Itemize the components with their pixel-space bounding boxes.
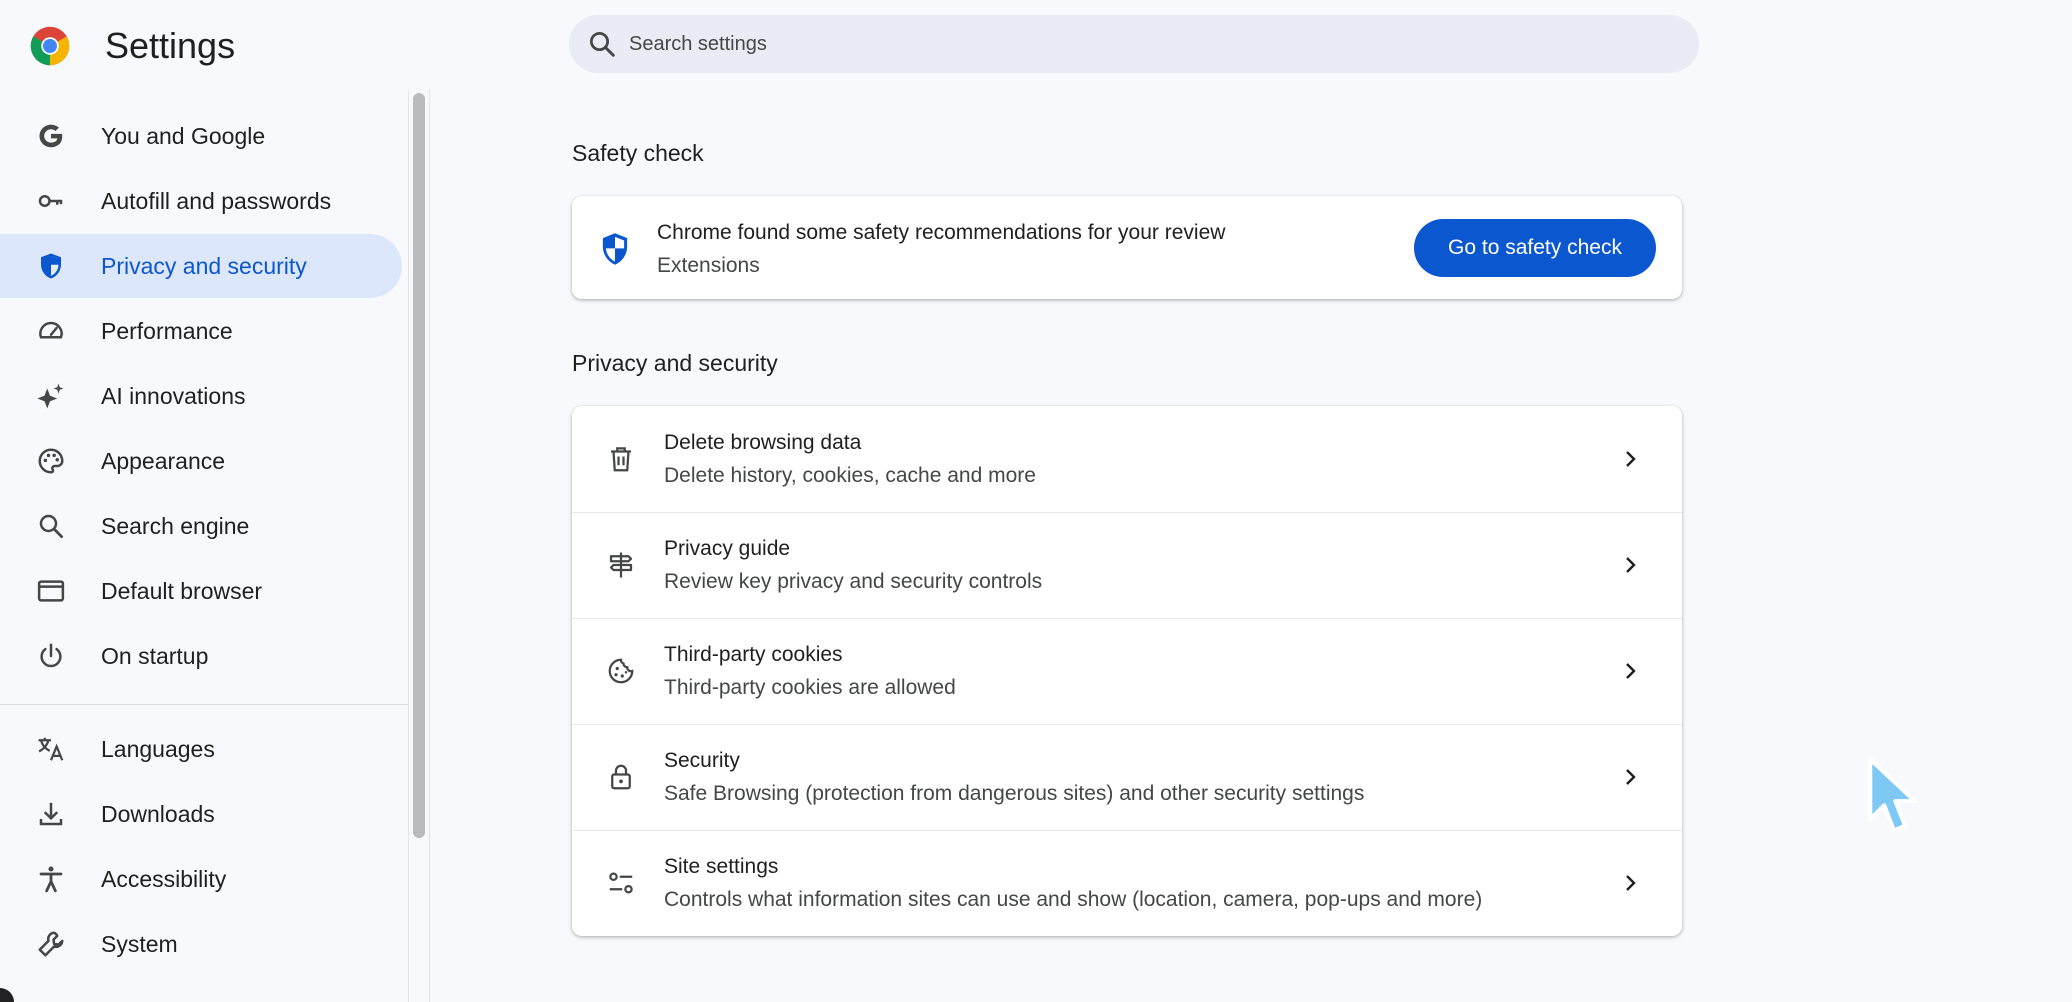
privacy-security-card: Delete browsing data Delete history, coo… (572, 406, 1682, 936)
sidebar-item-languages[interactable]: Languages (0, 717, 402, 781)
chevron-right-icon (1626, 451, 1636, 467)
sidebar-item-default-browser[interactable]: Default browser (0, 559, 402, 623)
palette-icon (36, 446, 66, 476)
sidebar-item-label: AI innovations (101, 382, 246, 409)
sidebar-item-ai-innovations[interactable]: AI innovations (0, 364, 402, 428)
sidebar-item-performance[interactable]: Performance (0, 299, 402, 363)
privacy-security-heading: Privacy and security (572, 350, 778, 376)
sidebar-item-label: Autofill and passwords (101, 187, 332, 214)
chrome-logo-icon (30, 26, 70, 66)
page-title: Settings (105, 25, 236, 66)
row-delete-browsing-data[interactable]: Delete browsing data Delete history, coo… (572, 406, 1682, 512)
chevron-right-icon (1626, 663, 1636, 679)
row-subtitle: Controls what information sites can use … (664, 888, 1483, 911)
row-site-settings[interactable]: Site settings Controls what information … (572, 830, 1682, 936)
search-icon (36, 511, 66, 541)
safety-check-card: Chrome found some safety recommendations… (572, 196, 1682, 299)
shield-icon (36, 251, 66, 281)
row-divider (572, 512, 1682, 513)
row-title: Site settings (664, 855, 779, 878)
chevron-right-icon (1626, 769, 1636, 785)
row-title: Delete browsing data (664, 431, 862, 454)
row-divider (572, 830, 1682, 831)
sidebar-item-label: Languages (101, 735, 215, 762)
signpost-icon (609, 552, 633, 578)
sidebar: You and Google Autofill and passwords Pr… (0, 89, 408, 1002)
sidebar-item-accessibility[interactable]: Accessibility (0, 847, 402, 911)
safety-check-heading: Safety check (572, 140, 704, 166)
sidebar-item-label: Default browser (101, 577, 263, 604)
cookie-icon (608, 658, 634, 684)
translate-icon (36, 734, 66, 764)
search-icon (590, 32, 615, 57)
search-input[interactable] (629, 32, 1629, 56)
row-title: Third-party cookies (664, 643, 843, 666)
sidebar-divider (0, 704, 408, 705)
sidebar-scrollbar-thumb[interactable] (413, 93, 425, 838)
sidebar-item-search-engine[interactable]: Search engine (0, 494, 402, 558)
sidebar-item-privacy[interactable]: Privacy and security (0, 234, 402, 298)
download-icon (36, 799, 66, 829)
sidebar-item-downloads[interactable]: Downloads (0, 782, 402, 846)
sidebar-item-label: Performance (101, 317, 233, 344)
sidebar-item-autofill[interactable]: Autofill and passwords (0, 169, 402, 233)
sidebar-item-label: Search engine (101, 512, 250, 539)
sidebar-item-appearance[interactable]: Appearance (0, 429, 402, 493)
sidebar-item-label: Appearance (101, 447, 226, 474)
sidebar-item-label: You and Google (101, 122, 266, 149)
wrench-icon (36, 929, 66, 959)
search-bar[interactable] (569, 15, 1699, 73)
row-subtitle: Review key privacy and security controls (664, 570, 1043, 593)
speedometer-icon (36, 316, 66, 346)
sidebar-item-label: Privacy and security (101, 252, 307, 279)
sidebar-item-label: Accessibility (101, 865, 227, 892)
sidebar-item-label: System (101, 930, 178, 957)
sidebar-item-on-startup[interactable]: On startup (0, 624, 402, 688)
sidebar-item-system[interactable]: System (0, 912, 402, 976)
safety-check-message: Chrome found some safety recommendations… (657, 221, 1226, 244)
shield-icon (602, 233, 628, 265)
go-to-safety-check-button[interactable]: Go to safety check (1414, 219, 1656, 277)
tune-icon (609, 872, 633, 894)
sidebar-item-label: Downloads (101, 800, 215, 827)
row-privacy-guide[interactable]: Privacy guide Review key privacy and sec… (572, 512, 1682, 618)
lock-icon (611, 764, 631, 790)
key-icon (36, 186, 66, 216)
trash-icon (611, 447, 631, 472)
google-g-icon (36, 121, 66, 151)
sparkle-icon (36, 381, 66, 411)
row-third-party-cookies[interactable]: Third-party cookies Third-party cookies … (572, 618, 1682, 724)
browser-window-icon (36, 576, 66, 606)
power-icon (36, 641, 66, 671)
row-divider (572, 618, 1682, 619)
mouse-cursor-icon (1868, 757, 1918, 833)
sidebar-item-label: On startup (101, 642, 209, 669)
chevron-right-icon (1626, 557, 1636, 573)
accessibility-icon (36, 864, 66, 894)
row-security[interactable]: Security Safe Browsing (protection from … (572, 724, 1682, 830)
sidebar-item-you-and-google[interactable]: You and Google (0, 104, 402, 168)
row-subtitle: Safe Browsing (protection from dangerous… (664, 782, 1365, 805)
row-title: Privacy guide (664, 537, 791, 560)
row-title: Security (664, 749, 740, 772)
row-divider (572, 724, 1682, 725)
chevron-right-icon (1626, 875, 1636, 891)
row-subtitle: Third-party cookies are allowed (664, 676, 956, 699)
row-subtitle: Delete history, cookies, cache and more (664, 464, 1036, 487)
safety-check-sub: Extensions (657, 254, 760, 277)
